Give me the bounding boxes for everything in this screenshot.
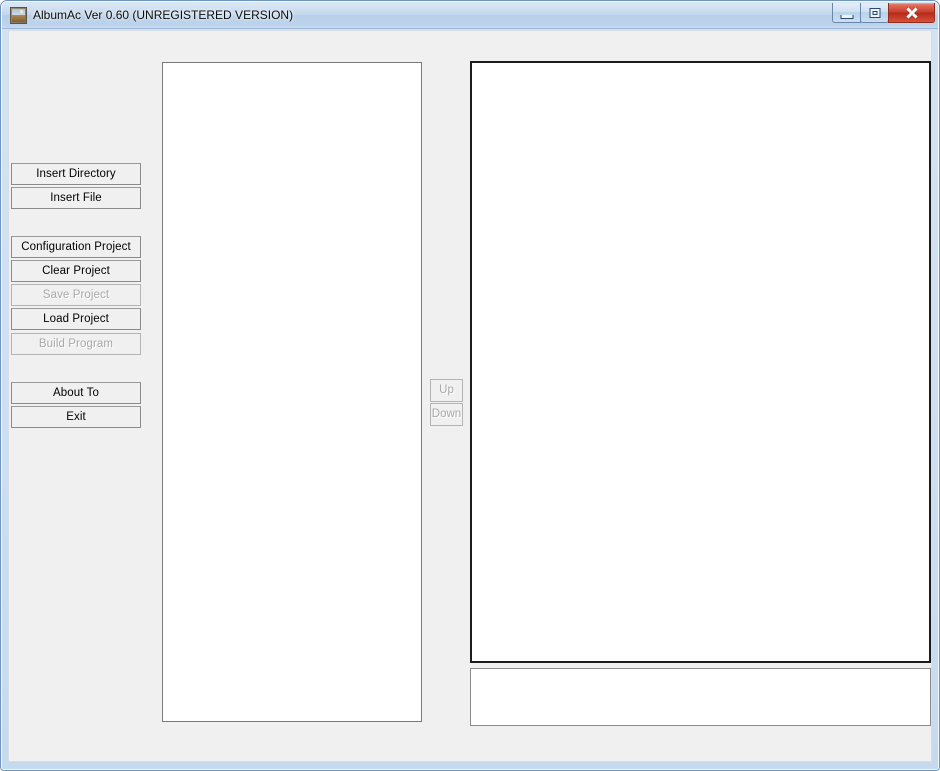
- title-bar[interactable]: AlbumAc Ver 0.60 (UNREGISTERED VERSION): [2, 2, 938, 29]
- about-to-button[interactable]: About To: [11, 382, 141, 404]
- clear-project-button[interactable]: Clear Project: [11, 260, 141, 282]
- status-box[interactable]: [470, 668, 931, 726]
- window-title: AlbumAc Ver 0.60 (UNREGISTERED VERSION): [33, 8, 294, 22]
- load-project-button[interactable]: Load Project: [11, 308, 141, 330]
- source-file-list[interactable]: [162, 62, 422, 722]
- minimize-icon: [840, 14, 853, 19]
- reorder-button-group: Up Down: [430, 379, 463, 426]
- client-area: Insert Directory Insert File Configurati…: [8, 30, 932, 762]
- maximize-icon: [869, 7, 880, 18]
- move-down-button: Down: [430, 403, 463, 426]
- album-item-list[interactable]: [470, 61, 931, 663]
- maximize-button[interactable]: [860, 3, 889, 23]
- close-button[interactable]: [888, 3, 935, 23]
- move-up-button: Up: [430, 379, 463, 402]
- command-button-panel: Insert Directory Insert File Configurati…: [11, 31, 146, 763]
- build-program-button: Build Program: [11, 333, 141, 355]
- exit-button[interactable]: Exit: [11, 406, 141, 428]
- minimize-button[interactable]: [832, 3, 861, 23]
- application-window: AlbumAc Ver 0.60 (UNREGISTERED VERSION) …: [0, 0, 940, 771]
- insert-file-button[interactable]: Insert File: [11, 187, 141, 209]
- window-controls: [832, 3, 935, 24]
- close-icon: [905, 6, 918, 19]
- album-photo-icon: [10, 7, 27, 24]
- insert-directory-button[interactable]: Insert Directory: [11, 163, 141, 185]
- configuration-project-button[interactable]: Configuration Project: [11, 236, 141, 258]
- save-project-button: Save Project: [11, 284, 141, 306]
